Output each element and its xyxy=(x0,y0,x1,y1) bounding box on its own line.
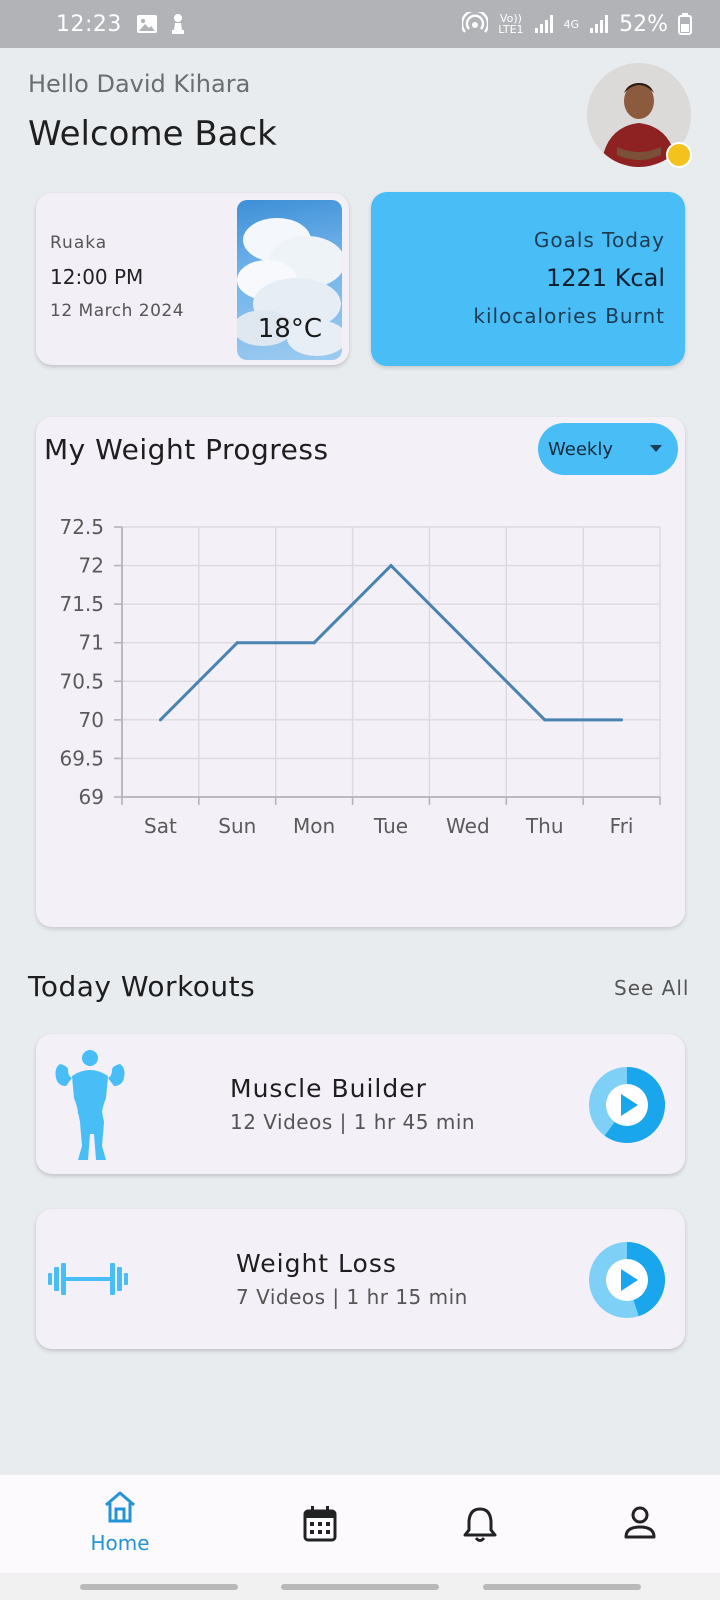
weather-time: 12:00 PM xyxy=(50,265,144,289)
weight-progress-title: My Weight Progress xyxy=(44,433,329,466)
goals-caption: kilocalories Burnt xyxy=(473,304,665,328)
weight-chart: 72.5 72 71.5 71 70.5 70 69.5 69 Sat Sun Mon Tue Wed T… xyxy=(59,515,661,838)
nav-notifications[interactable] xyxy=(420,1475,540,1573)
workout-details: 12 Videos | 1 hr 45 min xyxy=(230,1110,476,1134)
data-point xyxy=(543,718,547,722)
data-point xyxy=(620,718,624,722)
x-tick-label: Sat xyxy=(144,814,177,838)
see-all-link[interactable]: See All xyxy=(614,976,689,1000)
chess-pawn-icon xyxy=(171,14,184,34)
y-tick-label: 71 xyxy=(79,631,104,655)
workouts-title: Today Workouts xyxy=(28,970,256,1003)
gallery-icon xyxy=(136,15,157,33)
weather-sky-image: 18°C xyxy=(237,200,342,360)
nav-home-label: Home xyxy=(90,1531,150,1555)
y-tick-label: 70 xyxy=(79,708,104,732)
calendar-icon xyxy=(303,1506,337,1542)
profile-icon xyxy=(624,1506,656,1539)
bottom-nav: Home xyxy=(0,1475,720,1573)
data-point xyxy=(312,641,316,645)
hotspot-icon xyxy=(462,12,489,33)
y-tick-label: 69 xyxy=(79,785,104,809)
y-tick-label: 70.5 xyxy=(59,669,104,693)
bodybuilder-icon xyxy=(55,1050,125,1160)
status-bar: 12:23 Vo)) LTE1 4G 52% xyxy=(0,0,720,48)
nav-profile[interactable] xyxy=(580,1475,700,1573)
data-point xyxy=(389,564,393,568)
status-dot xyxy=(666,142,692,168)
x-tick-label: Tue xyxy=(373,814,408,838)
battery-icon xyxy=(678,13,692,35)
gesture-bar-left xyxy=(80,1584,238,1590)
y-tick-label: 72.5 xyxy=(59,515,104,539)
workout-card-muscle-builder[interactable]: Muscle Builder 12 Videos | 1 hr 45 min xyxy=(36,1034,685,1174)
y-tick-label: 69.5 xyxy=(59,746,104,770)
cell-label: 4G xyxy=(563,17,580,31)
y-tick-label: 71.5 xyxy=(59,592,104,616)
x-tick-label: Wed xyxy=(446,814,490,838)
data-point xyxy=(466,641,470,645)
bell-icon xyxy=(463,1507,497,1542)
x-tick-label: Sun xyxy=(218,814,256,838)
weather-temperature: 18°C xyxy=(257,314,322,344)
period-dropdown-label: Weekly xyxy=(548,438,613,460)
weather-location: Ruaka xyxy=(50,233,108,253)
weather-card: Ruaka 12:00 PM 12 March 2024 18°C xyxy=(36,193,349,365)
workout-details: 7 Videos | 1 hr 15 min xyxy=(236,1285,468,1309)
nav-calendar[interactable] xyxy=(260,1475,380,1573)
signal-icon xyxy=(534,15,553,33)
workout-name: Muscle Builder xyxy=(230,1074,427,1103)
weather-date: 12 March 2024 xyxy=(50,301,185,321)
goals-value: 1221 Kcal xyxy=(545,264,665,292)
x-tick-label: Fri xyxy=(610,814,634,838)
goals-title: Goals Today xyxy=(533,228,665,252)
battery-percent: 52% xyxy=(619,11,668,37)
period-dropdown[interactable]: Weekly xyxy=(538,423,678,475)
workout-name: Weight Loss xyxy=(236,1249,397,1278)
weight-progress-card: 72.5 72 71.5 71 70.5 70 69.5 69 Sat Sun Mon Tue Wed T… xyxy=(36,417,685,927)
gesture-bar-center xyxy=(281,1584,439,1590)
nav-home[interactable]: Home xyxy=(60,1475,180,1573)
signal-2-icon xyxy=(590,15,609,33)
home-icon xyxy=(105,1491,135,1523)
x-tick-label: Mon xyxy=(293,814,335,838)
play-button[interactable] xyxy=(588,1241,666,1319)
data-point xyxy=(158,718,162,722)
lte-label: LTE1 xyxy=(498,23,524,36)
x-tick-label: Thu xyxy=(525,814,564,838)
status-time: 12:23 xyxy=(56,11,122,37)
greeting-text: Hello David Kihara xyxy=(28,70,251,98)
dumbbell-icon xyxy=(48,1263,128,1295)
gesture-bar-right xyxy=(483,1584,641,1590)
goals-card[interactable]: Goals Today 1221 Kcal kilocalories Burnt xyxy=(371,192,685,366)
workout-card-weight-loss[interactable]: Weight Loss 7 Videos | 1 hr 15 min xyxy=(36,1209,685,1349)
y-tick-label: 72 xyxy=(79,554,104,578)
play-button[interactable] xyxy=(588,1066,666,1144)
page-title: Welcome Back xyxy=(28,114,277,154)
data-point xyxy=(235,641,239,645)
chevron-down-icon xyxy=(650,445,662,452)
